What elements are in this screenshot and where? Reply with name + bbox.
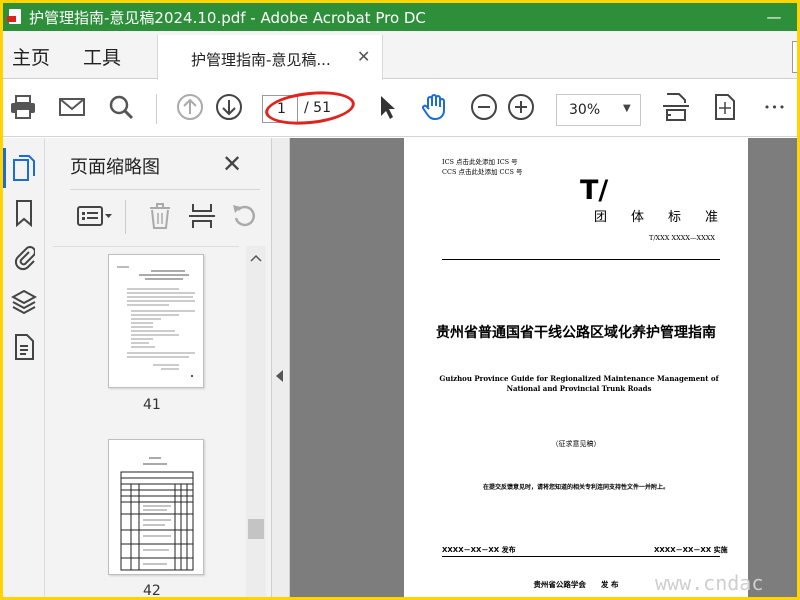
title-bar: 护管理指南-意见稿2024.10.pdf - Adobe Acrobat Pro…	[3, 3, 797, 31]
document-viewport[interactable]: ICS 点击此处添加 ICS 号 CCS 点击此处添加 CCS 号 T/ 团体标…	[272, 138, 797, 597]
tab-overflow[interactable]	[792, 41, 797, 73]
search-icon[interactable]	[106, 92, 136, 122]
email-icon[interactable]	[57, 92, 87, 122]
menu-home[interactable]: 主页	[12, 43, 50, 70]
standard-type: 团体标准	[594, 210, 743, 225]
minimize-button[interactable]: —	[751, 3, 797, 31]
document-properties-icon[interactable]	[10, 333, 38, 361]
insert-page-icon[interactable]	[187, 201, 217, 231]
chevron-left-icon[interactable]	[276, 370, 284, 382]
pdf-file-icon	[7, 8, 25, 26]
thumbnail-list: 41 42	[53, 246, 239, 597]
menu-tools[interactable]: 工具	[83, 43, 121, 70]
document-title-en: Guizhou Province Guide for Regionalized …	[439, 374, 719, 393]
select-cursor-icon[interactable]	[372, 92, 402, 122]
acrobat-window: 护管理指南-意见稿2024.10.pdf - Adobe Acrobat Pro…	[3, 3, 797, 597]
fit-width-icon[interactable]	[661, 92, 691, 122]
zoom-value: 30%	[569, 102, 601, 118]
tab-document[interactable]: 护管理指南-意见稿... ✕	[157, 35, 383, 80]
thumbnails-panel: 页面缩略图 ✕ 41 42	[45, 138, 272, 597]
thumbnail-options-icon[interactable]	[75, 201, 115, 231]
chevron-down-icon: ▼	[623, 103, 631, 114]
full-screen-icon[interactable]	[710, 92, 740, 122]
zoom-dropdown[interactable]: 30% ▼	[556, 94, 641, 126]
navigation-rail	[3, 138, 45, 597]
hand-tool-icon[interactable]	[419, 92, 449, 122]
thumbnail-page-42[interactable]	[108, 439, 204, 575]
implement-date: XXXX－XX－XX 实施	[654, 546, 728, 554]
delete-page-icon[interactable]	[145, 201, 175, 231]
footer-rule	[442, 556, 720, 557]
rail-active-indicator	[3, 148, 6, 188]
publish-date: XXXX－XX－XX 发布	[442, 546, 516, 554]
thumbnail-scrollbar[interactable]	[246, 246, 266, 597]
standard-logo: T/	[580, 175, 609, 206]
next-page-icon[interactable]	[214, 92, 244, 122]
patent-notice: 在提交反馈意见时，请将您知道的相关专利连同支持性文件一并附上。	[482, 484, 669, 491]
thumbnail-page-41[interactable]	[108, 254, 204, 388]
layers-icon[interactable]	[10, 288, 38, 316]
ics-line: ICS 点击此处添加 ICS 号	[442, 158, 518, 166]
draft-label: （征求意见稿）	[551, 440, 601, 448]
thumbnail-label-42: 42	[143, 583, 161, 597]
rotate-page-icon[interactable]	[229, 201, 259, 231]
panel-close-icon[interactable]: ✕	[222, 150, 242, 178]
window-title: 护管理指南-意见稿2024.10.pdf - Adobe Acrobat Pro…	[29, 8, 426, 27]
previous-page-icon[interactable]	[175, 92, 205, 122]
minimize-icon: —	[766, 8, 782, 26]
print-icon[interactable]	[8, 92, 38, 122]
standard-number: T/XXX XXXX—XXXX	[649, 234, 715, 242]
zoom-in-icon[interactable]	[506, 92, 536, 122]
chevron-up-icon[interactable]	[250, 254, 262, 262]
panel-collapse-strip[interactable]	[272, 138, 290, 597]
tab-document-label: 护管理指南-意见稿...	[191, 51, 331, 69]
thumbnail-label-41: 41	[143, 397, 161, 413]
tab-close-icon[interactable]: ✕	[357, 47, 370, 66]
header-rule	[442, 259, 720, 260]
more-options-icon[interactable]: •••	[760, 92, 790, 122]
scrollbar-thumb[interactable]	[248, 519, 264, 539]
tab-bar: 主页 工具 护管理指南-意见稿... ✕	[3, 31, 797, 80]
document-title-cn: 贵州省普通国省干线公路区域化养护管理指南	[436, 325, 716, 341]
bookmark-icon[interactable]	[10, 199, 38, 227]
zoom-out-icon[interactable]	[469, 92, 499, 122]
red-circle-annotation	[263, 87, 357, 129]
panel-title: 页面缩略图	[70, 157, 160, 178]
page-thumbnails-icon[interactable]	[10, 154, 38, 182]
watermark: www.cndac	[655, 571, 764, 595]
ccs-line: CCS 点击此处添加 CCS 号	[442, 168, 523, 176]
attachment-icon[interactable]	[10, 243, 38, 271]
pdf-page: ICS 点击此处添加 ICS 号 CCS 点击此处添加 CCS 号 T/ 团体标…	[404, 138, 748, 597]
toolbar: 1 / 51 30% ▼ •••	[3, 80, 797, 137]
